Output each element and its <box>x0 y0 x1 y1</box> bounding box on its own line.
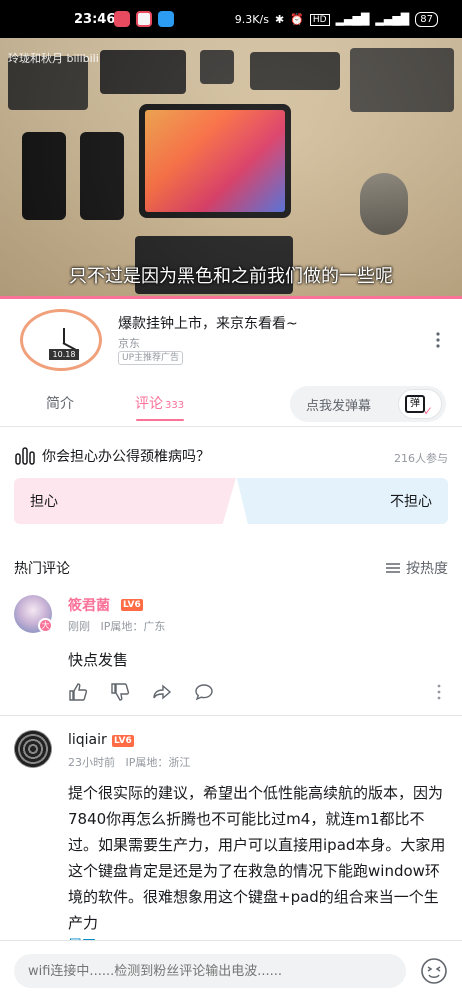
danmaku-toggle-button[interactable]: 弹 ✓ <box>398 389 442 419</box>
dislike-icon[interactable] <box>110 682 130 702</box>
comment-ip: IP属地：广东 <box>100 620 166 633</box>
status-app-icons <box>114 11 174 27</box>
danmaku-icon: 弹 <box>405 395 425 413</box>
tab-bar: 简介 评论 333 点我发弹幕 弹 ✓ <box>0 381 462 427</box>
level-badge: LV6 <box>121 599 143 611</box>
avatar-badge: 大 <box>38 618 53 633</box>
comment-time: 23小时前 <box>68 756 115 769</box>
comment-count: 333 <box>165 400 185 411</box>
reply-icon[interactable] <box>194 682 214 702</box>
sort-icon <box>386 563 400 573</box>
poll-option-left-label: 担心 <box>30 494 58 510</box>
notification-app-icon <box>114 11 130 27</box>
hot-comments-title: 热门评论 <box>14 561 70 577</box>
comment-divider <box>0 715 462 716</box>
poll-icon <box>15 447 35 465</box>
comment-text: 快点发售 <box>68 651 129 669</box>
danmaku-placeholder: 点我发弹幕 <box>306 399 372 414</box>
notification-app-icon <box>136 11 152 27</box>
status-bar: 23:46 9.3K/s ✱ ⏰ HD ▂▄▆█ ▂▄▆█ 87 <box>0 0 462 38</box>
danmaku-input[interactable]: 点我发弹幕 弹 ✓ <box>290 386 446 422</box>
tab-intro[interactable]: 简介 <box>46 393 74 413</box>
sort-button[interactable]: 按热度 <box>386 558 448 578</box>
video-subtitle: 只不过是因为黑色和之前我们做的一些呢 <box>69 266 393 287</box>
poll-participants: 216人参与 <box>394 452 448 465</box>
status-time: 23:46 <box>74 12 116 27</box>
alarm-icon: ⏰ <box>290 13 304 26</box>
video-player[interactable]: 玲珑和秋月 bilibili 只不过是因为黑色和之前我们做的一些呢 <box>0 38 462 296</box>
poll-option-right-label: 不担心 <box>390 494 432 510</box>
sort-label: 按热度 <box>406 561 448 577</box>
poll-question: 你会担心办公得颈椎病吗？ <box>42 449 210 465</box>
check-icon: ✓ <box>423 404 434 418</box>
comment-username[interactable]: 筱君菌 <box>68 595 110 615</box>
video-watermark: 玲珑和秋月 bilibili <box>8 52 99 65</box>
hd-icon: HD <box>309 13 330 26</box>
comment-input[interactable] <box>14 954 406 988</box>
like-icon[interactable] <box>68 682 88 702</box>
comment-meta: 刚刚 IP属地：广东 <box>68 618 165 634</box>
level-badge: LV6 <box>112 735 134 747</box>
ad-title[interactable]: 爆款挂钟上市，来京东看看~ <box>118 313 298 333</box>
ad-clock-image: 10.18 <box>20 309 102 371</box>
comment-time: 刚刚 <box>68 620 90 633</box>
tab-comments-label: 评论 <box>135 396 163 412</box>
status-right: 9.3K/s ✱ ⏰ HD ▂▄▆█ ▂▄▆█ 87 <box>235 12 438 27</box>
comment-meta: 23小时前 IP属地：浙江 <box>68 754 190 770</box>
net-speed: 9.3K/s <box>234 13 269 26</box>
avatar[interactable] <box>14 730 52 768</box>
more-icon[interactable] <box>434 682 444 702</box>
comment-ip: IP属地：浙江 <box>125 756 191 769</box>
ad-source: 京东 <box>118 337 140 350</box>
emoji-icon[interactable] <box>420 957 448 985</box>
ad-banner[interactable]: 10.18 爆款挂钟上市，来京东看看~ 京东 UP主推荐广告 <box>0 299 462 381</box>
poll-options: 担心 不担心 <box>14 478 448 524</box>
comment-input-bar <box>0 940 462 1000</box>
notification-app-icon <box>158 11 174 27</box>
signal-icon: ▂▄▆█ <box>335 13 370 26</box>
comment-text: 提个很实际的建议，希望出个低性能高续航的版本，因为7840你再怎么折腾也不可能比… <box>68 784 446 932</box>
more-icon[interactable] <box>430 329 446 351</box>
comment-username[interactable]: liqiair <box>68 732 107 748</box>
battery-icon: 87 <box>415 12 438 27</box>
signal-icon: ▂▄▆█ <box>375 13 410 26</box>
comment-actions <box>68 682 448 704</box>
ad-tag: UP主推荐广告 <box>118 351 184 365</box>
bluetooth-icon: ✱ <box>274 13 285 26</box>
tab-indicator <box>136 419 184 421</box>
share-icon[interactable] <box>152 682 172 702</box>
tab-comments[interactable]: 评论 333 <box>135 393 184 413</box>
clock-display: 10.18 <box>49 349 79 360</box>
